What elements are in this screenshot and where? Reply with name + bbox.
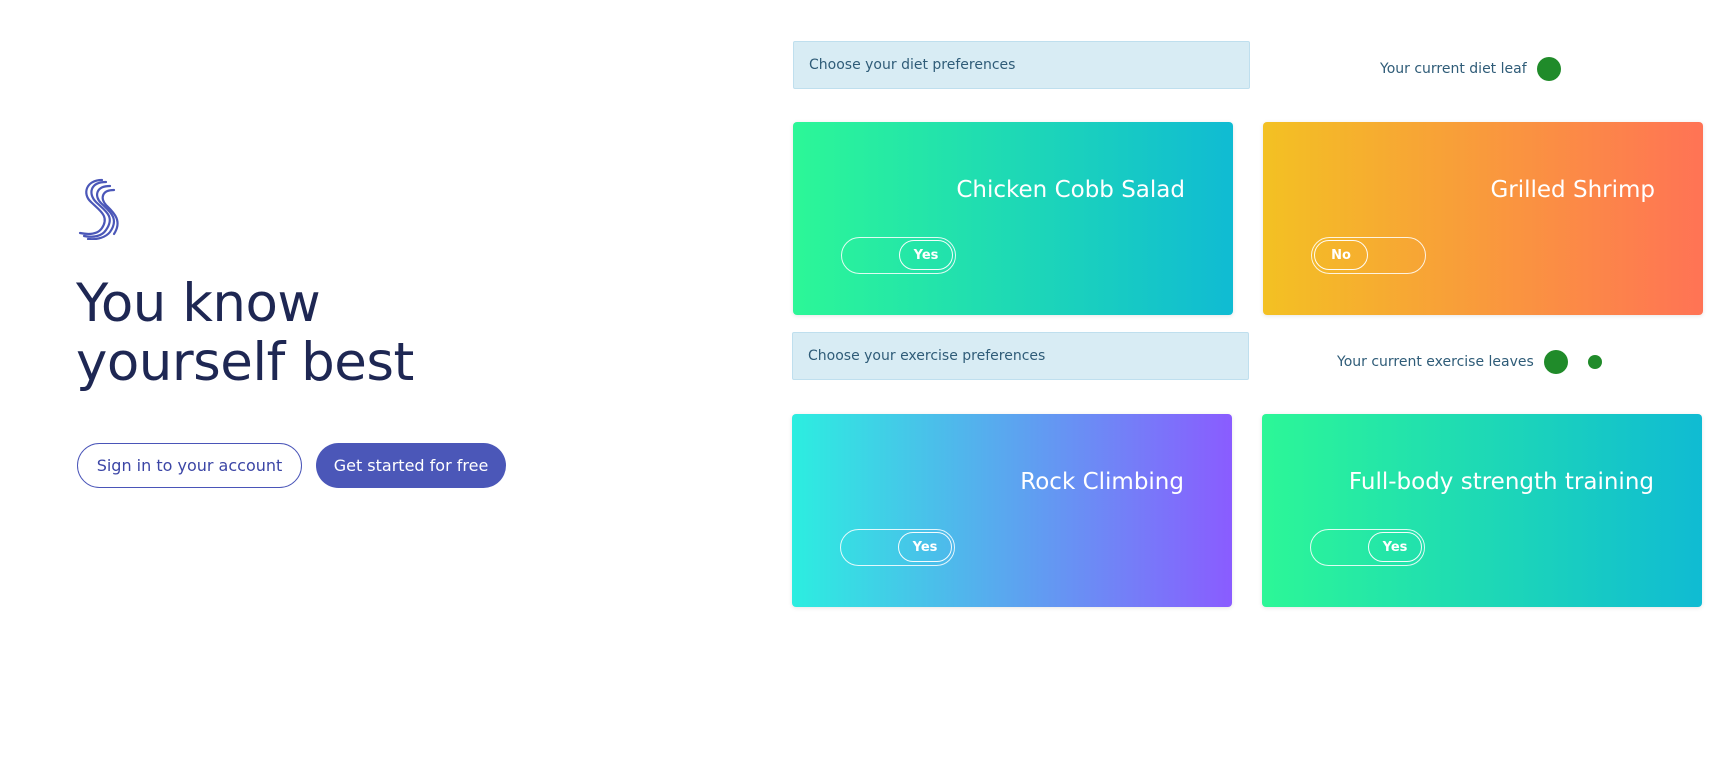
preference-toggle[interactable]: Yes bbox=[840, 529, 955, 566]
exercise-preferences-label: Choose your exercise preferences bbox=[792, 332, 1249, 380]
card-title: Grilled Shrimp bbox=[1490, 177, 1655, 203]
toggle-knob: No bbox=[1314, 240, 1368, 270]
diet-leaf-status: Your current diet leaf bbox=[1380, 57, 1561, 81]
diet-leaf-status-text: Your current diet leaf bbox=[1380, 61, 1527, 77]
toggle-knob: Yes bbox=[1368, 532, 1422, 562]
exercise-leaf-status: Your current exercise leaves bbox=[1337, 350, 1602, 374]
exercise-card-rock-climbing: Rock Climbing Yes bbox=[792, 414, 1232, 607]
preference-toggle[interactable]: Yes bbox=[841, 237, 956, 274]
sign-in-button[interactable]: Sign in to your account bbox=[77, 443, 302, 488]
toggle-knob: Yes bbox=[899, 240, 953, 270]
leaf-dot-icon bbox=[1536, 57, 1561, 81]
exercise-card-full-body-strength-training: Full-body strength training Yes bbox=[1262, 414, 1702, 607]
leaf-dot-icon bbox=[1543, 350, 1568, 374]
preference-toggle[interactable]: Yes bbox=[1310, 529, 1425, 566]
card-title: Rock Climbing bbox=[1020, 469, 1184, 495]
headline-line-1: You know bbox=[76, 273, 321, 334]
exercise-leaf-status-text: Your current exercise leaves bbox=[1337, 354, 1534, 370]
diet-preferences-label: Choose your diet preferences bbox=[793, 41, 1250, 89]
get-started-button[interactable]: Get started for free bbox=[316, 443, 506, 488]
card-title: Chicken Cobb Salad bbox=[956, 177, 1185, 203]
page-headline: You know yourself best bbox=[76, 274, 636, 392]
card-title: Full-body strength training bbox=[1348, 469, 1654, 495]
leaf-dot-icon bbox=[1587, 355, 1602, 369]
logo-icon bbox=[78, 178, 119, 240]
headline-line-2: yourself best bbox=[76, 332, 414, 393]
toggle-knob: Yes bbox=[898, 532, 952, 562]
diet-card-grilled-shrimp: Grilled Shrimp No bbox=[1263, 122, 1703, 315]
diet-card-chicken-cobb-salad: Chicken Cobb Salad Yes bbox=[793, 122, 1233, 315]
preference-toggle[interactable]: No bbox=[1311, 237, 1426, 274]
